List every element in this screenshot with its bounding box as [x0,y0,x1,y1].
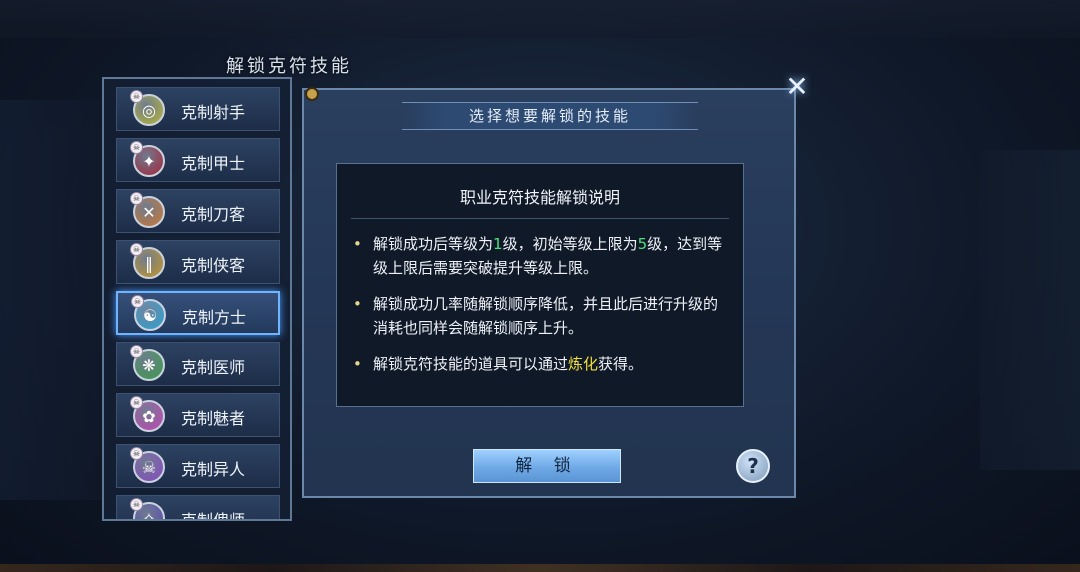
skill-label: 克制方士 [182,308,247,327]
bullet1-text-b: 级，初始等级上限为 [502,235,638,253]
skill-item[interactable]: ✦ ☠ 克制甲士 [116,138,280,182]
bullet1-cap-number: 5 [637,235,648,253]
bullet3-highlight: 炼化 [568,355,599,373]
help-button[interactable]: ? [736,449,770,483]
skill-list[interactable]: ◎ ☠ 克制射手 ✦ ☠ 克制甲士 ✕ ☠ 克制刀客 ‖ ☠ 克制侠客 ☯ ☠ 克制方士 ❋ ☠ 克制医师 ✿ ☠ 克制… [102,77,292,521]
bullet3-text-a: 解锁克符技能的道具可以通过 [373,355,569,373]
bullet-dot: • [353,235,362,253]
skill-item[interactable]: ◎ ☠ 克制射手 [116,87,280,131]
bullet-dot: • [353,295,362,313]
skill-item[interactable]: ☯ ☠ 克制方士 [116,291,280,335]
skill-label: 克制刀客 [181,205,246,224]
info-bullet-1: • 解锁成功后等级为1级，初始等级上限为5级，达到等级上限后需要突破提升等级上限… [353,232,729,280]
info-title: 职业克符技能解锁说明 [459,188,620,207]
skull-badge-icon: ☠ [130,243,143,256]
info-divider [351,218,729,219]
skull-badge-icon: ☠ [130,447,143,460]
window-title: 解锁克符技能 [226,56,352,77]
bullet3-text-c: 获得。 [598,355,644,373]
skill-item[interactable]: ‖ ☠ 克制侠客 [116,240,280,284]
bullet1-level-number: 1 [493,235,503,253]
background-top-bar [0,0,1080,38]
skull-badge-icon: ☠ [130,498,143,511]
close-icon[interactable]: ✕ [782,72,812,102]
skill-label: 克制魅者 [181,409,246,428]
skull-badge-icon: ☠ [131,295,144,308]
skull-badge-icon: ☠ [130,396,143,409]
skill-label: 克制侠客 [181,256,246,275]
unlock-button[interactable]: 解 锁 [473,449,621,483]
background-bottom-bar [0,564,1080,572]
skill-label: 克制甲士 [181,154,246,173]
skill-label: 克制异人 [181,460,246,479]
background-right-panel [980,150,1080,470]
skill-item[interactable]: ☠ ☠ 克制异人 [116,444,280,488]
background-left-panel [0,100,110,500]
bullet-dot: • [353,355,362,373]
bullet2-text: 解锁成功几率随解锁顺序降低，并且此后进行升级的消耗也同样会随解锁顺序上升。 [373,295,719,337]
pin-icon [305,87,319,101]
skill-item[interactable]: ❋ ☠ 克制医师 [116,342,280,386]
skill-label: 克制射手 [181,103,246,122]
skill-item[interactable]: ✧ ☠ 克制傀师 [116,495,280,521]
skull-badge-icon: ☠ [130,141,143,154]
info-bullet-2: • 解锁成功几率随解锁顺序降低，并且此后进行升级的消耗也同样会随解锁顺序上升。 [353,292,729,340]
skill-item[interactable]: ✕ ☠ 克制刀客 [116,189,280,233]
skill-item[interactable]: ✿ ☠ 克制魅者 [116,393,280,437]
skull-badge-icon: ☠ [130,192,143,205]
info-popup: 职业克符技能解锁说明 • 解锁成功后等级为1级，初始等级上限为5级，达到等级上限… [336,163,744,407]
skull-badge-icon: ☠ [130,345,143,358]
bullet1-text-a: 解锁成功后等级为 [373,235,494,253]
info-bullet-3: • 解锁克符技能的道具可以通过炼化获得。 [353,352,729,376]
skull-badge-icon: ☠ [130,90,143,103]
dialog-header: 选择想要解锁的技能 [402,102,698,130]
skill-label: 克制傀师 [181,511,246,521]
skill-label: 克制医师 [181,358,246,377]
